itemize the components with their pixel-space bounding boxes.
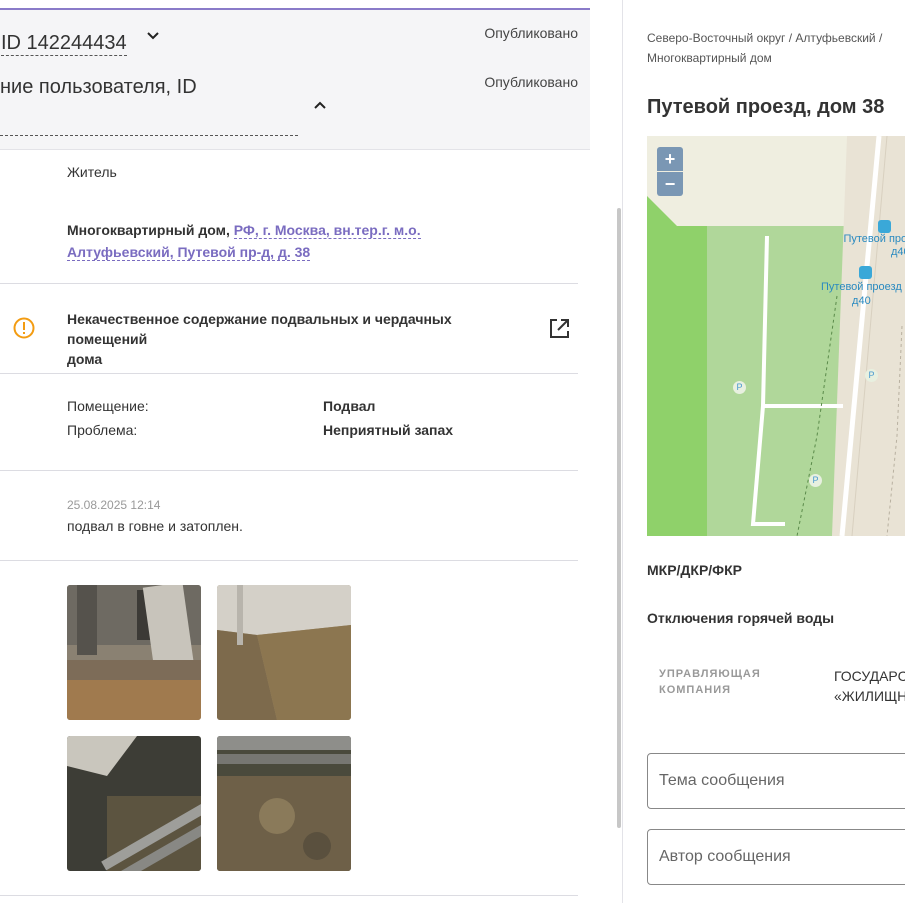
- bus-stop-name: Путевой про: [843, 233, 905, 245]
- bus-stop-number: д40: [852, 295, 871, 307]
- building-panel: Северо-Восточный округ / Алтуфьевский / …: [622, 0, 905, 903]
- map[interactable]: + − Путевой про д40 Путевой проезд д40 P…: [647, 136, 905, 536]
- management-label: УПРАВЛЯЮЩАЯ КОМПАНИЯ: [659, 666, 761, 698]
- chevron-up-icon[interactable]: [313, 98, 327, 112]
- photo-thumbnail[interactable]: [217, 585, 351, 720]
- message-text: подвал в говне и затоплен.: [67, 518, 243, 534]
- problem-value: Неприятный запах: [323, 422, 454, 438]
- zoom-out-button[interactable]: −: [657, 172, 683, 196]
- bus-stop-number: д40: [891, 246, 905, 258]
- management-company-line: «ЖИЛИЩН: [834, 688, 905, 704]
- divider: [0, 470, 578, 471]
- status-label: Опубликовано: [484, 25, 578, 41]
- author-input[interactable]: [659, 830, 905, 884]
- warning-icon: [13, 317, 35, 339]
- scrollbar[interactable]: [617, 208, 621, 828]
- photo-thumbnail[interactable]: [217, 736, 351, 871]
- address-link[interactable]: РФ, г. Москва, вн.тер.г. м.о.: [233, 222, 421, 239]
- divider: [0, 895, 578, 896]
- parking-icon[interactable]: P: [733, 381, 746, 394]
- address-link[interactable]: Алтуфьевский, Путевой пр-д, д. 38: [67, 244, 311, 261]
- room-label: Помещение:: [67, 398, 149, 414]
- issue-id-link[interactable]: ID 142244434: [1, 31, 127, 56]
- room-value: Подвал: [323, 398, 376, 414]
- divider: [0, 373, 578, 374]
- breadcrumb-current: Многоквартирный дом: [647, 51, 772, 65]
- object-type: Многоквартирный дом,: [67, 222, 230, 238]
- bus-stop-label: Путевой проезд д40: [821, 280, 902, 308]
- management-company-line: ГОСУДАРСТ: [834, 668, 905, 684]
- parking-icon[interactable]: P: [865, 369, 878, 382]
- subject-input[interactable]: [659, 754, 905, 808]
- parking-icon[interactable]: P: [809, 474, 822, 487]
- problem-label: Проблема:: [67, 422, 138, 438]
- issue-header: ID 142244434 Опубликовано ние пользовате…: [0, 10, 590, 150]
- issue-title: ние пользователя, ID: [0, 76, 197, 98]
- title-underline: [0, 135, 298, 136]
- bus-stop-label: Путевой про д40: [841, 233, 905, 259]
- management-company: ГОСУДАРСТ «ЖИЛИЩН: [834, 666, 905, 706]
- bus-stop-icon[interactable]: [859, 266, 872, 279]
- external-link-icon[interactable]: [549, 318, 570, 339]
- subject-field[interactable]: [647, 753, 905, 809]
- zoom-in-button[interactable]: +: [657, 147, 683, 171]
- divider: [0, 283, 578, 284]
- author-field[interactable]: [647, 829, 905, 885]
- object-address: Многоквартирный дом, РФ, г. Москва, вн.т…: [67, 219, 427, 263]
- problem-category: Некачественное содержание подвальных и ч…: [67, 309, 517, 369]
- author-type: Житель: [67, 164, 117, 180]
- breadcrumb: Северо-Восточный округ / Алтуфьевский / …: [647, 28, 905, 68]
- bus-stop-icon[interactable]: [878, 220, 891, 233]
- chevron-down-icon[interactable]: [146, 29, 160, 43]
- breadcrumb-path[interactable]: Северо-Восточный округ / Алтуфьевский /: [647, 31, 882, 45]
- section-hot-water[interactable]: Отключения горячей воды: [647, 610, 834, 626]
- divider: [0, 560, 578, 561]
- message-timestamp: 25.08.2025 12:14: [67, 498, 161, 512]
- photo-thumbnail[interactable]: [67, 736, 201, 871]
- management-label-line: УПРАВЛЯЮЩАЯ: [659, 668, 761, 680]
- problem-category-line: дома: [67, 351, 103, 367]
- section-mkr[interactable]: МКР/ДКР/ФКР: [647, 562, 742, 578]
- photo-thumbnail[interactable]: [67, 585, 201, 720]
- map-canvas[interactable]: [647, 136, 905, 536]
- bus-stop-name: Путевой проезд: [821, 281, 902, 293]
- address-title: Путевой проезд, дом 38: [647, 96, 885, 118]
- problem-category-line: Некачественное содержание подвальных и ч…: [67, 311, 452, 347]
- status-label: Опубликовано: [484, 74, 578, 90]
- management-label-line: КОМПАНИЯ: [659, 684, 732, 696]
- issue-panel: ID 142244434 Опубликовано ние пользовате…: [0, 0, 590, 903]
